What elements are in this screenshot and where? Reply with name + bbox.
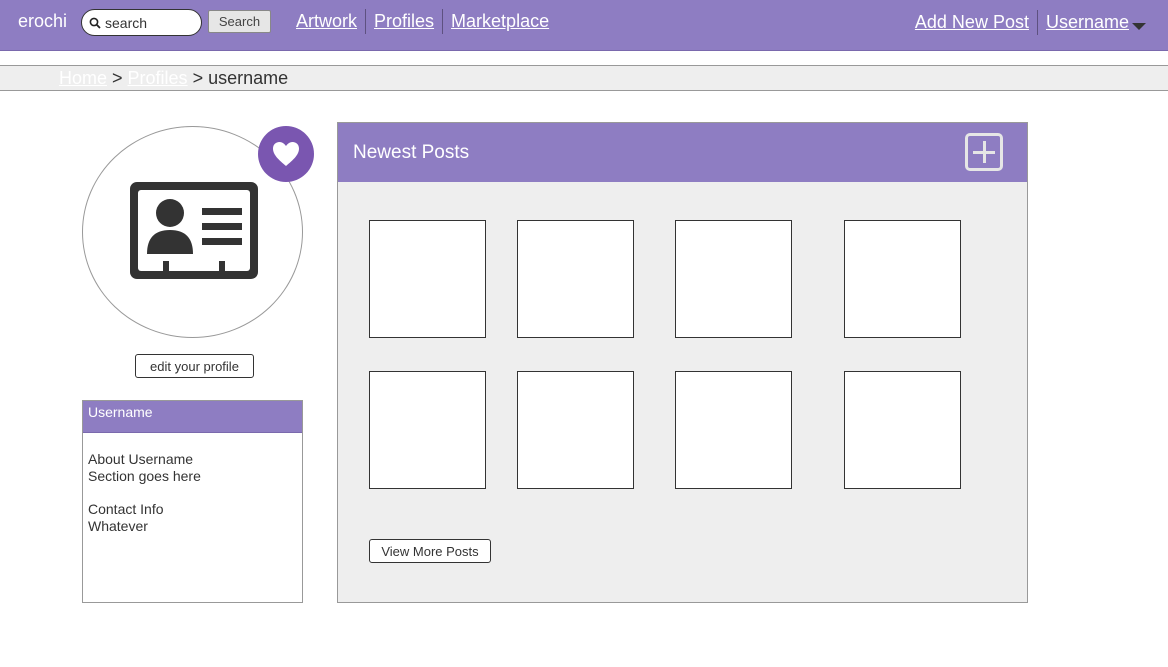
post-thumbnail[interactable] xyxy=(369,371,486,489)
about-line: Section goes here xyxy=(88,468,201,484)
nav-divider xyxy=(442,9,444,34)
breadcrumb: Home > Profiles > username xyxy=(0,65,1168,91)
favorite-button[interactable] xyxy=(258,126,314,182)
contact-section: Contact Info Whatever xyxy=(88,501,297,535)
profile-panel-title: Username xyxy=(83,401,302,433)
about-section: About Username Section goes here xyxy=(88,451,297,485)
chevron-down-icon[interactable] xyxy=(1132,22,1146,30)
main-nav: Artwork Profiles Marketplace xyxy=(296,9,549,34)
contact-line: Contact Info xyxy=(88,501,164,517)
post-thumbnail[interactable] xyxy=(675,371,792,489)
search-input[interactable] xyxy=(105,14,197,31)
breadcrumb-profiles[interactable]: Profiles xyxy=(128,68,188,88)
view-more-posts-button[interactable]: View More Posts xyxy=(369,539,491,563)
nav-profiles[interactable]: Profiles xyxy=(374,11,434,32)
breadcrumb-separator: > xyxy=(112,68,123,88)
top-bar: erochi Search Artwork Profiles Marketpla… xyxy=(0,0,1168,51)
post-thumbnail[interactable] xyxy=(844,220,961,338)
post-thumbnail[interactable] xyxy=(369,220,486,338)
heart-icon xyxy=(273,142,299,166)
newest-posts-panel: Newest Posts View More Posts xyxy=(337,122,1028,603)
brand-logo[interactable]: erochi xyxy=(18,11,67,32)
contact-line: Whatever xyxy=(88,518,148,534)
search-box[interactable] xyxy=(81,9,202,36)
post-thumbnail[interactable] xyxy=(517,220,634,338)
search-button[interactable]: Search xyxy=(208,10,271,33)
about-line: About Username xyxy=(88,451,194,467)
nav-marketplace[interactable]: Marketplace xyxy=(451,11,549,32)
post-thumbnail[interactable] xyxy=(844,371,961,489)
add-post-icon[interactable] xyxy=(965,133,1003,171)
add-new-post-link[interactable]: Add New Post xyxy=(915,12,1029,33)
breadcrumb-separator: > xyxy=(192,68,204,88)
post-thumbnail[interactable] xyxy=(517,371,634,489)
nav-divider xyxy=(365,9,367,34)
edit-profile-button[interactable]: edit your profile xyxy=(135,354,254,378)
posts-header: Newest Posts xyxy=(338,123,1027,182)
post-thumbnail[interactable] xyxy=(675,220,792,338)
nav-artwork[interactable]: Artwork xyxy=(296,11,357,32)
contact-card-icon xyxy=(130,182,258,279)
nav-divider xyxy=(1036,10,1038,35)
profile-info-panel: Username About Username Section goes her… xyxy=(82,400,303,603)
breadcrumb-home[interactable]: Home xyxy=(59,68,107,88)
posts-title: Newest Posts xyxy=(353,142,470,163)
user-menu[interactable]: Username xyxy=(1046,12,1129,33)
search-icon xyxy=(89,17,101,29)
breadcrumb-current: username xyxy=(208,68,289,88)
user-nav: Add New Post Username xyxy=(915,10,1146,35)
